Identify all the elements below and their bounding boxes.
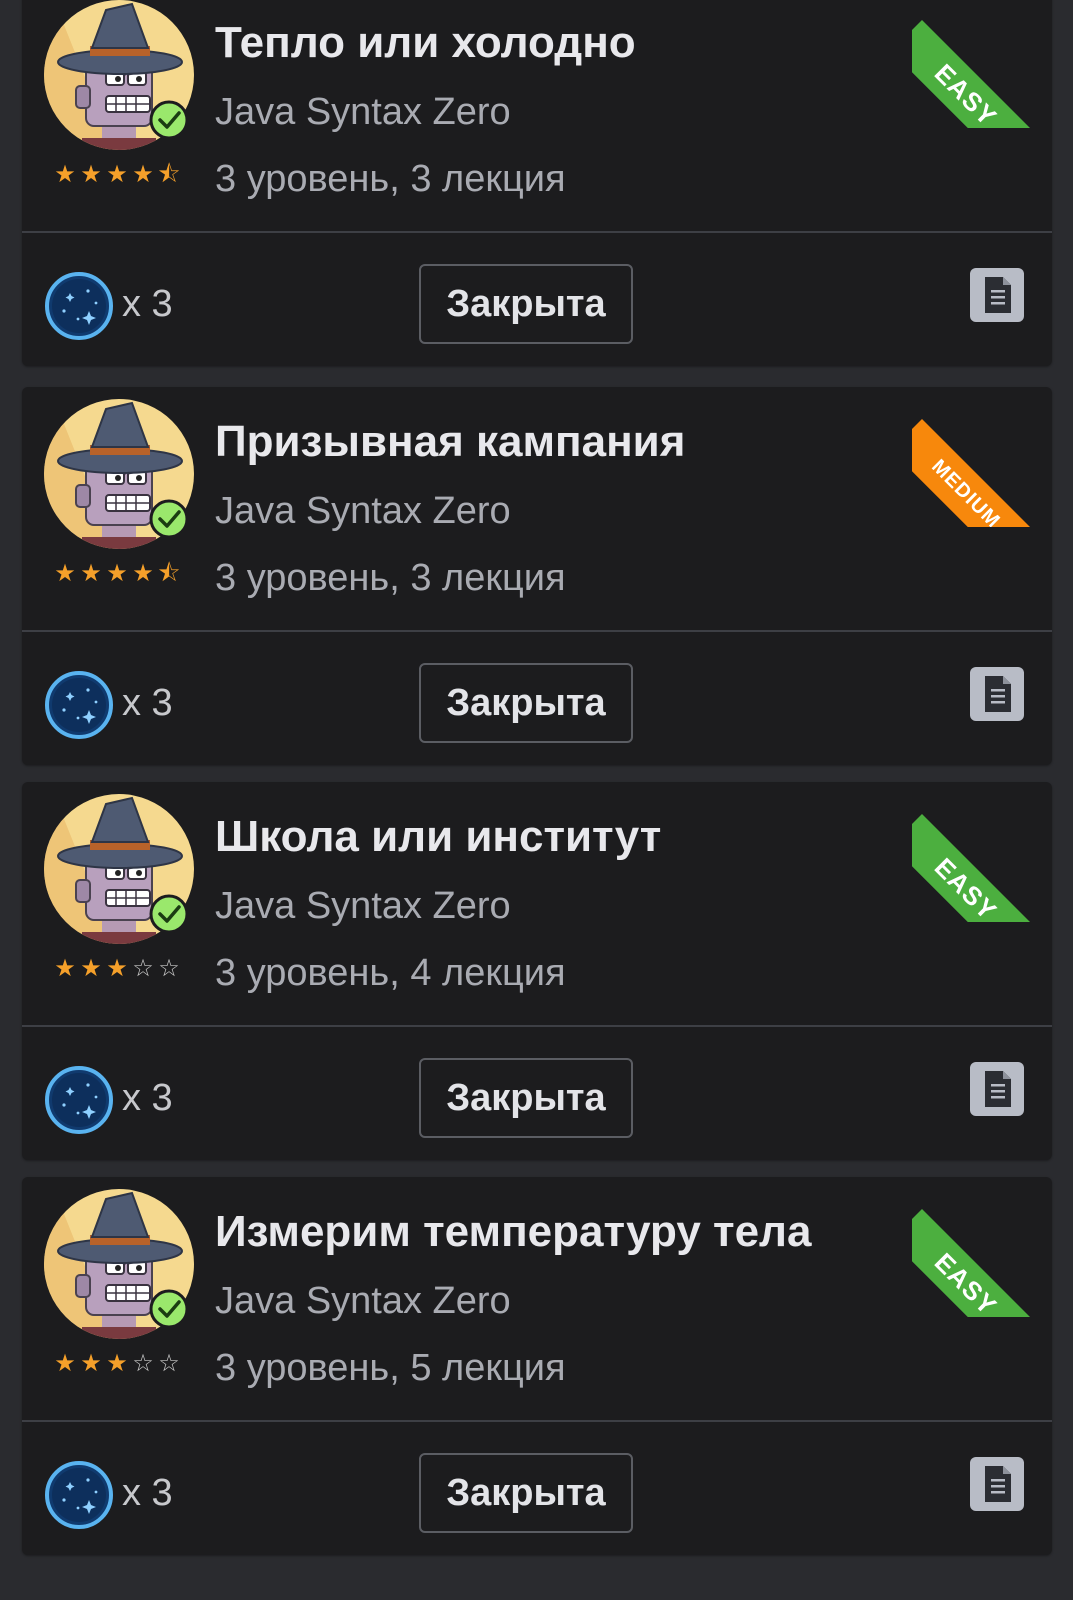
lesson-level: 3 уровень, 3 лекция	[215, 557, 566, 599]
rating-stars: ★ ★ ★ ☆ ☆	[52, 954, 192, 984]
star-full-icon: ★	[54, 1350, 76, 1377]
star-half-icon: ⯪	[157, 560, 181, 587]
lesson-level: 3 уровень, 5 лекция	[215, 1347, 566, 1389]
star-empty-icon: ☆	[132, 1350, 154, 1377]
task-card-header[interactable]: ★ ★ ★ ★ ⯪ Тепло или холодно Java Syntax Zero…	[22, 0, 1052, 231]
star-half-icon: ⯪	[157, 161, 181, 188]
document-icon[interactable]	[970, 268, 1024, 322]
star-full-icon: ★	[54, 955, 76, 982]
star-full-icon: ★	[106, 955, 128, 982]
reward-count: x 3	[122, 283, 173, 325]
card-divider	[22, 630, 1052, 632]
task-card-header[interactable]: ★ ★ ★ ☆ ☆ Школа или институт Java Syntax Zer…	[22, 782, 1052, 1025]
rating-stars: ★ ★ ★ ★ ⯪	[52, 160, 192, 190]
rating-stars: ★ ★ ★ ★ ⯪	[52, 559, 192, 589]
dark-matter-planet-icon	[44, 670, 114, 740]
course-name: Java Syntax Zero	[215, 490, 511, 532]
star-full-icon: ★	[106, 1350, 128, 1377]
lesson-level: 3 уровень, 4 лекция	[215, 952, 566, 994]
rating-stars: ★ ★ ★ ☆ ☆	[52, 1349, 192, 1379]
check-circle-icon	[149, 100, 189, 140]
task-card[interactable]: ★ ★ ★ ☆ ☆ Школа или институт Java Syntax Zer…	[22, 782, 1052, 1160]
star-full-icon: ★	[80, 1350, 102, 1377]
star-full-icon: ★	[106, 560, 128, 587]
difficulty-label: EASY	[912, 1209, 1052, 1317]
star-full-icon: ★	[80, 955, 102, 982]
difficulty-label: EASY	[912, 20, 1052, 128]
course-name: Java Syntax Zero	[215, 91, 511, 133]
task-title: Измерим температуру тела	[215, 1207, 812, 1256]
card-divider	[22, 1025, 1052, 1027]
star-empty-icon: ☆	[158, 1350, 180, 1377]
difficulty-ribbon: EASY	[912, 1177, 1052, 1317]
task-list: ★ ★ ★ ★ ⯪ Тепло или холодно Java Syntax Zero…	[0, 0, 1073, 1600]
check-circle-icon	[149, 1289, 189, 1329]
star-full-icon: ★	[54, 161, 76, 188]
difficulty-label: MEDIUM	[912, 419, 1052, 527]
difficulty-ribbon: EASY	[912, 0, 1052, 128]
task-card-header[interactable]: ★ ★ ★ ★ ⯪ Призывная кампания Java Syntax Zer…	[22, 387, 1052, 630]
course-name: Java Syntax Zero	[215, 1280, 511, 1322]
lesson-level: 3 уровень, 3 лекция	[215, 158, 566, 200]
star-full-icon: ★	[80, 560, 102, 587]
task-title: Призывная кампания	[215, 417, 686, 466]
reward-count: x 3	[122, 682, 173, 724]
reward-count: x 3	[122, 1077, 173, 1119]
document-icon[interactable]	[970, 1457, 1024, 1511]
status-button[interactable]: Закрыта	[419, 663, 633, 743]
task-card[interactable]: ★ ★ ★ ★ ⯪ Тепло или холодно Java Syntax Zero…	[22, 0, 1052, 366]
task-title: Школа или институт	[215, 812, 662, 861]
card-divider	[22, 231, 1052, 233]
difficulty-ribbon: EASY	[912, 782, 1052, 922]
course-name: Java Syntax Zero	[215, 885, 511, 927]
star-full-icon: ★	[80, 161, 102, 188]
task-card-header[interactable]: ★ ★ ★ ☆ ☆ Измерим температуру тела Java Synt…	[22, 1177, 1052, 1420]
status-button[interactable]: Закрыта	[419, 1453, 633, 1533]
check-circle-icon	[149, 499, 189, 539]
task-card[interactable]: ★ ★ ★ ☆ ☆ Измерим температуру тела Java Synt…	[22, 1177, 1052, 1555]
difficulty-label: EASY	[912, 814, 1052, 922]
star-empty-icon: ☆	[158, 955, 180, 982]
task-card[interactable]: ★ ★ ★ ★ ⯪ Призывная кампания Java Syntax Zer…	[22, 387, 1052, 765]
check-circle-icon	[149, 894, 189, 934]
document-icon[interactable]	[970, 1062, 1024, 1116]
star-full-icon: ★	[132, 560, 154, 587]
reward-count: x 3	[122, 1472, 173, 1514]
star-full-icon: ★	[106, 161, 128, 188]
dark-matter-planet-icon	[44, 1460, 114, 1530]
dark-matter-planet-icon	[44, 271, 114, 341]
card-divider	[22, 1420, 1052, 1422]
status-button[interactable]: Закрыта	[419, 1058, 633, 1138]
difficulty-ribbon: MEDIUM	[912, 387, 1052, 527]
status-button[interactable]: Закрыта	[419, 264, 633, 344]
star-full-icon: ★	[132, 161, 154, 188]
document-icon[interactable]	[970, 667, 1024, 721]
star-empty-icon: ☆	[132, 955, 154, 982]
dark-matter-planet-icon	[44, 1065, 114, 1135]
star-full-icon: ★	[54, 560, 76, 587]
task-title: Тепло или холодно	[215, 18, 636, 67]
